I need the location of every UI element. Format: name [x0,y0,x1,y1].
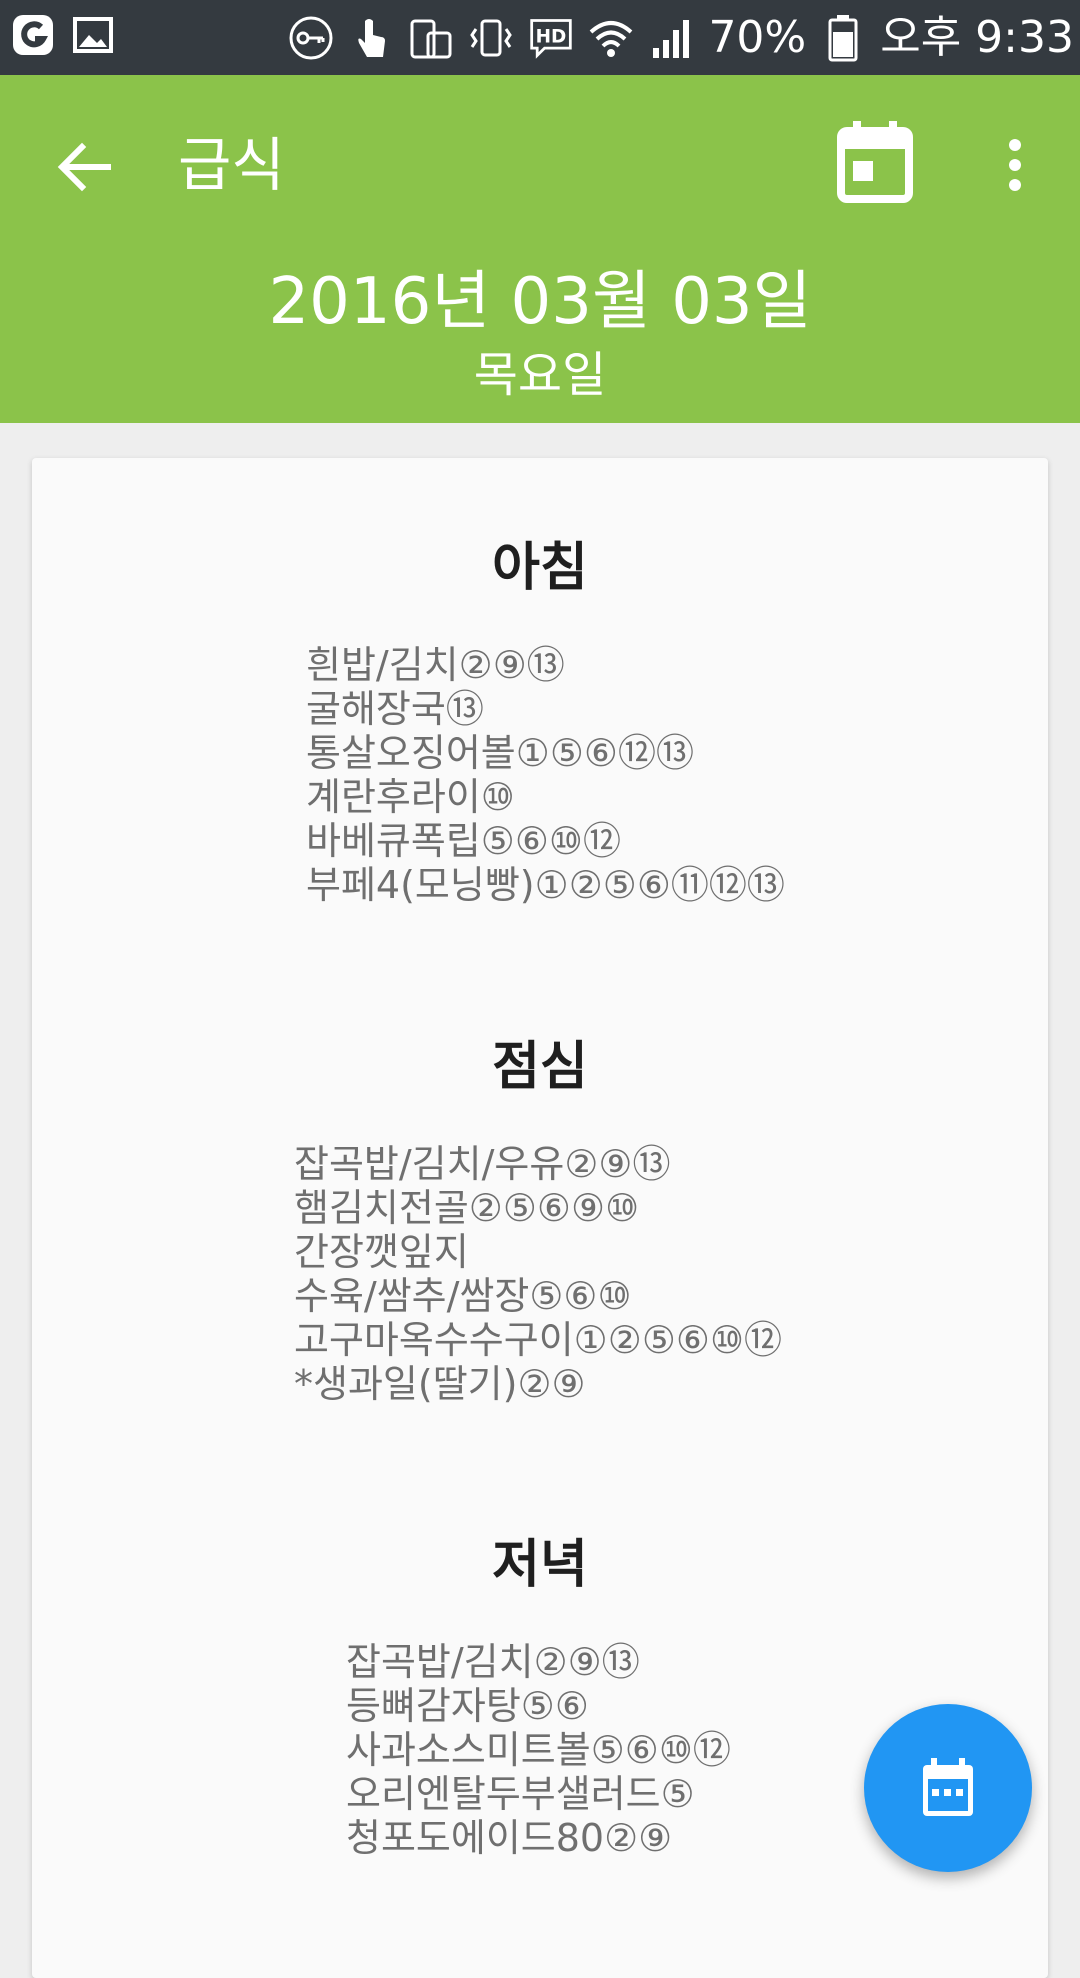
date-picker-fab[interactable] [864,1704,1032,1872]
signal-icon [648,15,694,61]
meal-title-dinner: 저녁 [492,1535,588,1595]
list-item: 청포도에이드80②⑨ [346,1816,673,1860]
list-item: 간장깻잎지 [294,1230,469,1274]
status-time: 오후 9:33 [880,12,1074,63]
list-item: 잡곡밥/김치②⑨⑬ [346,1640,640,1684]
list-item: 흰밥/김치②⑨⑬ [306,643,565,687]
app-notification-icon [10,12,56,58]
calendar-icon [923,1758,973,1816]
list-item: 잡곡밥/김치/우유②⑨⑬ [294,1142,671,1186]
breakfast-menu-list: 흰밥/김치②⑨⑬ 굴해장국⑬ 통살오징어볼①⑤⑥⑫⑬ 계란후라이⑩ 바베큐폭립⑤… [306,643,785,907]
dinner-section: 저녁 잡곡밥/김치②⑨⑬ 등뼈감자탕⑤⑥ 사과소스미트볼⑤⑥⑩⑫ 오리엔탈두부샐… [32,1530,1048,1860]
list-item: 등뼈감자탕⑤⑥ [346,1684,589,1728]
list-item: 고구마옥수수구이①②⑤⑥⑩⑫ [294,1318,783,1362]
battery-icon [820,15,866,62]
lunch-menu-list: 잡곡밥/김치/우유②⑨⑬ 햄김치전골②⑤⑥⑨⑩ 간장깻잎지 수육/쌈추/쌈장⑤⑥… [294,1142,782,1406]
more-vert-icon [1009,139,1021,191]
date-label: 2016년 03월 03일 [268,265,812,339]
status-bar: HD 70% 오후 9:33 [0,0,1080,75]
wifi-icon [588,15,634,61]
meal-title-breakfast: 아침 [492,538,588,598]
page-title: 급식 [178,131,285,199]
list-item: 통살오징어볼①⑤⑥⑫⑬ [306,731,694,775]
list-item: 바베큐폭립⑤⑥⑩⑫ [306,819,621,863]
back-button[interactable] [48,131,120,203]
app-bar: 급식 2016년 03월 03일 목요일 [0,75,1080,423]
arrow-back-icon [57,142,111,192]
svg-text:HD: HD [536,27,567,48]
dinner-menu-list: 잡곡밥/김치②⑨⑬ 등뼈감자탕⑤⑥ 사과소스미트볼⑤⑥⑩⑫ 오리엔탈두부샐러드⑤… [346,1640,731,1860]
lunch-section: 점심 잡곡밥/김치/우유②⑨⑬ 햄김치전골②⑤⑥⑨⑩ 간장깻잎지 수육/쌈추/쌈… [32,1032,1048,1406]
list-item: 수육/쌈추/쌈장⑤⑥⑩ [294,1274,632,1318]
list-item: 오리엔탈두부샐러드⑤ [346,1772,695,1816]
screen-rotation-icon [408,15,454,61]
list-item: 굴해장국⑬ [306,687,484,731]
calendar-button[interactable] [830,111,920,211]
list-item: 사과소스미트볼⑤⑥⑩⑫ [346,1728,731,1772]
list-item: 계란후라이⑩ [306,775,515,819]
calendar-icon [837,121,913,203]
hd-voice-icon: HD [528,15,574,61]
key-icon [288,15,334,61]
vibrate-icon [468,15,514,61]
list-item: 부페4(모닝빵)①②⑤⑥⑪⑫⑬ [306,863,785,907]
list-item: 햄김치전골②⑤⑥⑨⑩ [294,1186,640,1230]
meal-title-lunch: 점심 [492,1037,588,1097]
image-notification-icon [70,12,116,58]
breakfast-section: 아침 흰밥/김치②⑨⑬ 굴해장국⑬ 통살오징어볼①⑤⑥⑫⑬ 계란후라이⑩ 바베큐… [32,533,1048,907]
battery-percent: 70% [708,12,807,63]
list-item: *생과일(딸기)②⑨ [294,1362,586,1406]
touch-icon [348,15,394,61]
weekday-label: 목요일 [473,347,607,403]
more-options-button[interactable] [985,123,1045,207]
